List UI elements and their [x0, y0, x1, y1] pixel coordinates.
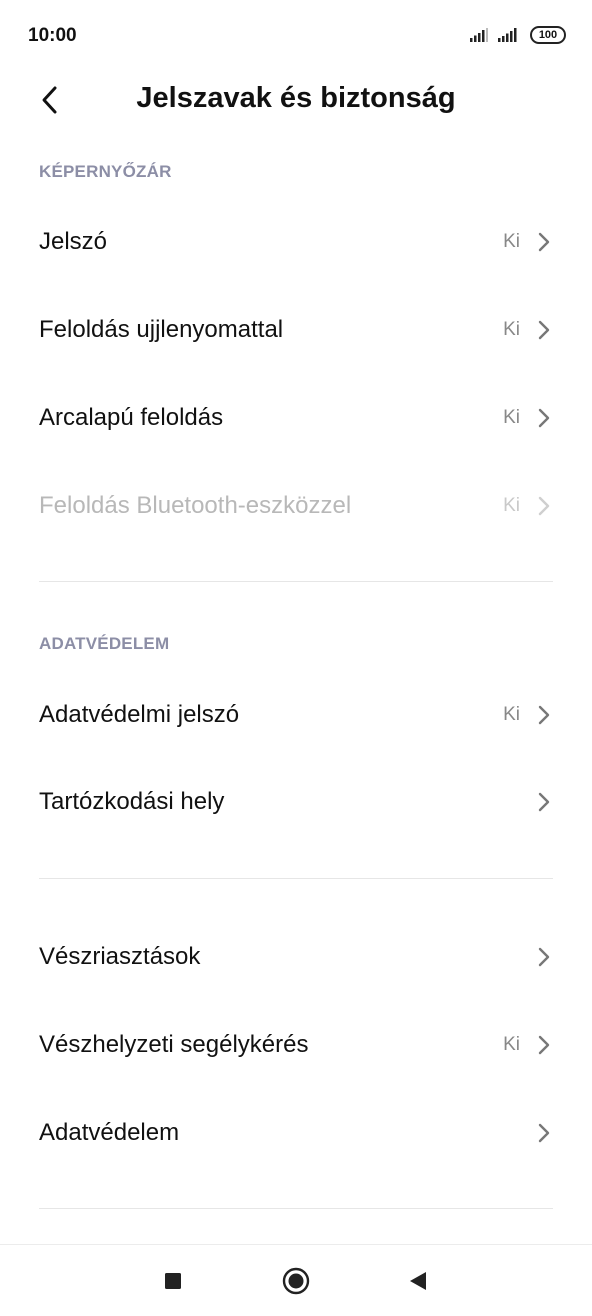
row-value: Ki — [503, 407, 520, 428]
row-label: Vészhelyzeti segélykérés — [39, 1031, 309, 1058]
square-icon — [165, 1273, 181, 1289]
chevron-right-icon — [532, 318, 556, 342]
signal-icon — [498, 28, 517, 42]
page-title: Jelszavak és biztonság — [136, 82, 456, 114]
row-value: Ki — [503, 319, 520, 340]
row-label: Feloldás Bluetooth-eszközzel — [39, 492, 352, 519]
row-ujjlenyomat[interactable]: Feloldás ujjlenyomattal Ki — [0, 286, 592, 374]
divider — [39, 581, 553, 582]
row-label: Arcalapú feloldás — [39, 404, 224, 431]
row-adatvedelem[interactable]: Adatvédelem — [0, 1089, 592, 1177]
circle-icon — [282, 1267, 310, 1295]
row-label: Vészriasztások — [39, 943, 201, 970]
navigation-bar — [0, 1244, 592, 1316]
row-jelszo[interactable]: Jelszó Ki — [0, 198, 592, 286]
row-veszhelyzeti-segelykeres[interactable]: Vészhelyzeti segélykérés Ki — [0, 1001, 592, 1089]
row-adatvedelmi-jelszo[interactable]: Adatvédelmi jelszó Ki — [0, 671, 592, 759]
row-value: Ki — [503, 231, 520, 252]
row-value: Ki — [503, 495, 520, 516]
recents-button[interactable] — [155, 1263, 191, 1299]
row-value: Ki — [503, 704, 520, 725]
chevron-right-icon — [532, 790, 556, 814]
chevron-right-icon — [532, 406, 556, 430]
divider — [39, 878, 553, 879]
row-label: Adatvédelmi jelszó — [39, 701, 240, 728]
row-tartozkodasi-hely[interactable]: Tartózkodási hely — [0, 758, 592, 846]
battery-icon: 100 — [530, 26, 566, 44]
status-icons: 100 — [470, 25, 566, 45]
divider — [39, 1208, 553, 1209]
chevron-right-icon — [532, 1121, 556, 1145]
chevron-right-icon — [532, 230, 556, 254]
settings-screen: 10:00 100 Jelszavak és biztonság KÉPERNY… — [0, 0, 592, 1316]
header: Jelszavak és biztonság — [0, 70, 592, 132]
section-label-adatvedelem: ADATVÉDELEM — [39, 634, 170, 653]
chevron-right-icon — [532, 945, 556, 969]
status-time: 10:00 — [28, 25, 77, 46]
row-veszriasztasok[interactable]: Vészriasztások — [0, 913, 592, 1001]
row-value: Ki — [503, 1034, 520, 1055]
back-nav-button[interactable] — [400, 1263, 436, 1299]
triangle-back-icon — [410, 1272, 426, 1290]
row-label: Feloldás ujjlenyomattal — [39, 316, 284, 343]
battery-level: 100 — [538, 29, 558, 41]
row-label: Adatvédelem — [39, 1119, 180, 1146]
row-label: Tartózkodási hely — [39, 788, 225, 815]
row-arcalapu[interactable]: Arcalapú feloldás Ki — [0, 374, 592, 462]
home-button[interactable] — [278, 1263, 314, 1299]
row-label: Jelszó — [39, 228, 108, 255]
signal-icon — [470, 28, 488, 42]
section-label-kepernyozar: KÉPERNYŐZÁR — [39, 162, 172, 181]
chevron-right-icon — [532, 703, 556, 727]
status-bar: 10:00 100 — [0, 0, 592, 70]
chevron-right-icon — [532, 494, 556, 518]
chevron-right-icon — [532, 1033, 556, 1057]
row-bluetooth[interactable]: Feloldás Bluetooth-eszközzel Ki — [0, 462, 592, 550]
